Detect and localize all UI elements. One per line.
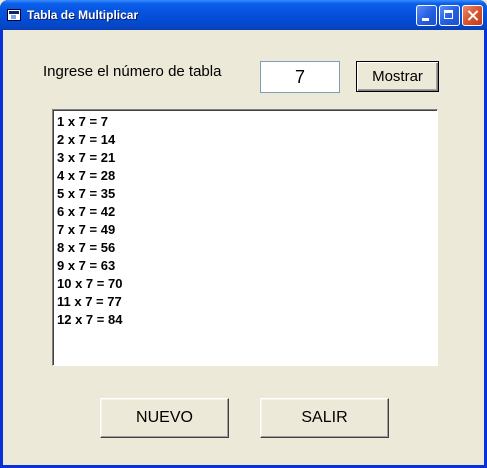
form-client-area: Ingrese el número de tabla Mostrar 1 x 7…: [3, 30, 484, 465]
minimize-button[interactable]: [416, 5, 437, 26]
list-item[interactable]: 6 x 7 = 42: [57, 203, 433, 221]
list-item[interactable]: 1 x 7 = 7: [57, 113, 433, 131]
table-number-input[interactable]: [260, 61, 340, 93]
title-bar[interactable]: Tabla de Multiplicar: [0, 0, 487, 30]
list-item[interactable]: 8 x 7 = 56: [57, 239, 433, 257]
list-item[interactable]: 4 x 7 = 28: [57, 167, 433, 185]
list-item[interactable]: 5 x 7 = 35: [57, 185, 433, 203]
number-prompt-label: Ingrese el número de tabla: [43, 63, 222, 80]
list-item[interactable]: 11 x 7 = 77: [57, 293, 433, 311]
app-window: Tabla de Multiplicar Ingrese el número d…: [0, 0, 487, 468]
list-item[interactable]: 12 x 7 = 84: [57, 311, 433, 329]
results-listbox[interactable]: 1 x 7 = 7 2 x 7 = 14 3 x 7 = 21 4 x 7 = …: [52, 109, 438, 366]
list-item[interactable]: 2 x 7 = 14: [57, 131, 433, 149]
list-item[interactable]: 3 x 7 = 21: [57, 149, 433, 167]
list-item[interactable]: 9 x 7 = 63: [57, 257, 433, 275]
app-window-icon[interactable]: [7, 9, 21, 21]
maximize-button[interactable]: [439, 5, 460, 26]
list-item[interactable]: 7 x 7 = 49: [57, 221, 433, 239]
list-item[interactable]: 10 x 7 = 70: [57, 275, 433, 293]
show-button[interactable]: Mostrar: [356, 61, 439, 92]
window-controls: [416, 5, 483, 26]
exit-button[interactable]: SALIR: [260, 398, 389, 438]
new-button[interactable]: NUEVO: [100, 398, 229, 438]
close-button[interactable]: [462, 5, 483, 26]
window-title: Tabla de Multiplicar: [27, 8, 139, 22]
